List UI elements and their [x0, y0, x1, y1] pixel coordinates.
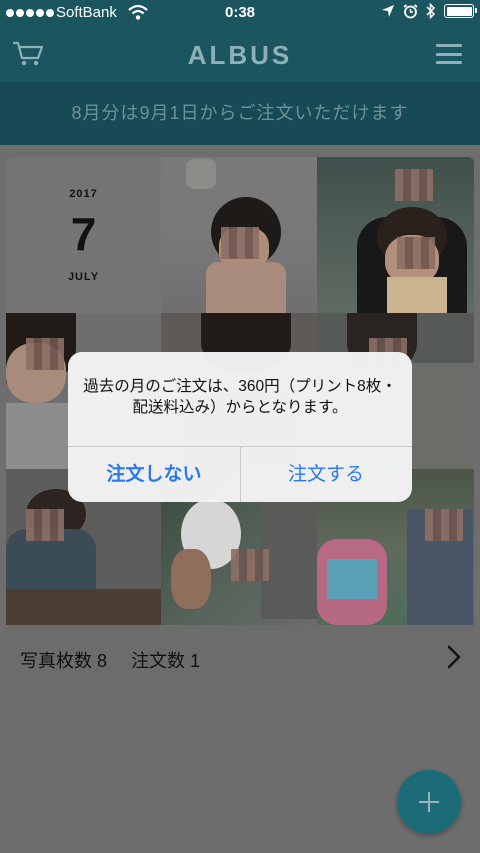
alert-message: 過去の月のご注文は、360円（プリント8枚・配送料込み）からとなります。: [83, 378, 397, 416]
card-footer[interactable]: 写真枚数 8 注文数 1: [6, 625, 474, 689]
photo-count-label: 写真枚数: [20, 651, 92, 671]
do-not-order-button[interactable]: 注文しない: [68, 447, 240, 502]
card-month-name: JULY: [67, 271, 100, 283]
order-notice-banner: 8月分は9月1日からご注文いただけます: [0, 82, 480, 145]
location-arrow-icon: [382, 5, 394, 17]
card-month-number: 7: [70, 208, 97, 260]
add-fab-button[interactable]: [397, 770, 461, 834]
order-button[interactable]: 注文する: [240, 447, 412, 502]
card-year: 2017: [69, 188, 98, 200]
alert-dialog: 過去の月のご注文は、360円（プリント8枚・配送料込み）からとなります。 注文し…: [68, 352, 412, 502]
photo-thumbnail: [161, 157, 317, 313]
order-count-label: 注文数: [131, 651, 186, 671]
photo-count-value: 8: [97, 651, 108, 671]
status-bar: SoftBank 0:38: [0, 0, 480, 26]
hamburger-menu-icon[interactable]: [436, 44, 462, 64]
battery-icon: [444, 4, 477, 18]
photo-thumbnail: [317, 157, 474, 313]
date-tile: 2017 7 JULY: [6, 157, 161, 313]
order-count-value: 1: [190, 651, 201, 671]
alarm-clock-icon: [403, 3, 418, 18]
bluetooth-icon: [426, 3, 436, 19]
app-logo: ALBUS: [187, 40, 293, 70]
nav-bar: ALBUS: [0, 26, 480, 82]
chevron-right-icon[interactable]: [444, 645, 464, 669]
